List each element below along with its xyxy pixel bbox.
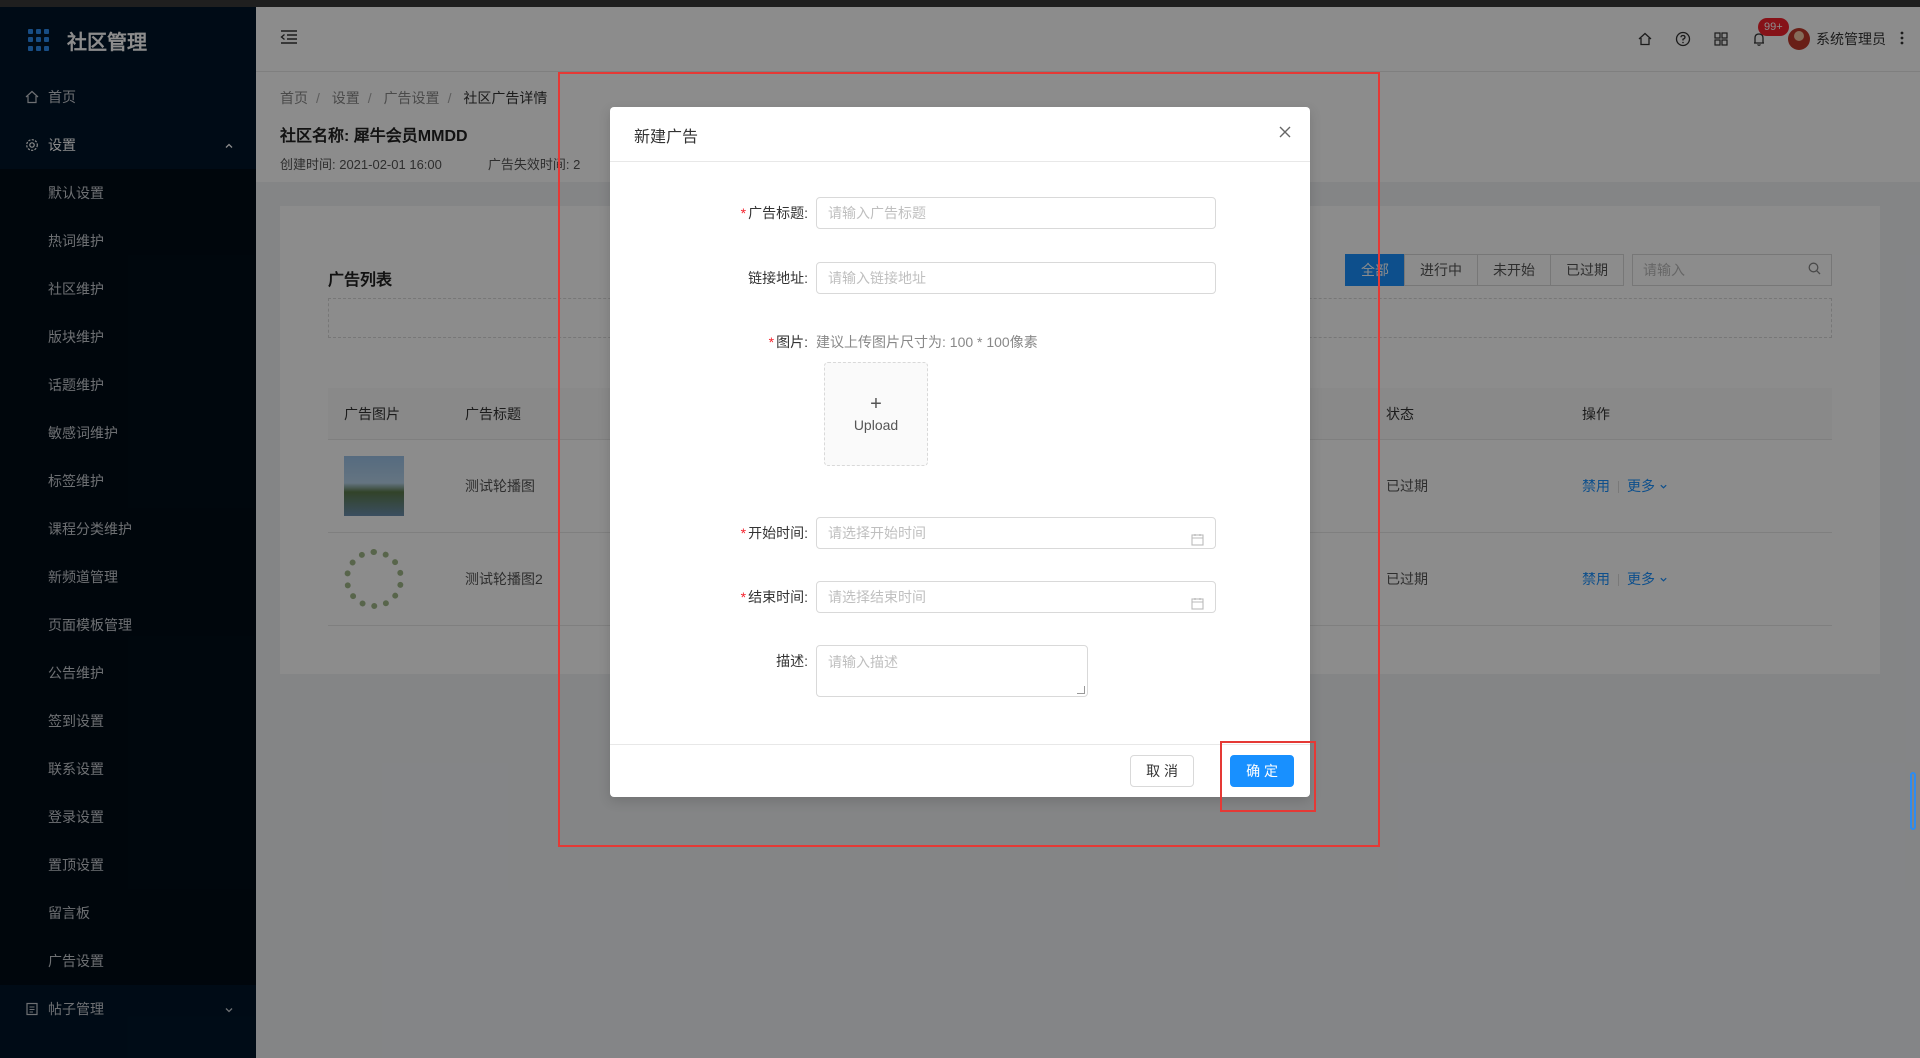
annotation-box-modal xyxy=(558,72,1380,847)
scrollbar-thumb[interactable] xyxy=(1910,772,1916,830)
annotation-box-confirm xyxy=(1220,741,1316,812)
